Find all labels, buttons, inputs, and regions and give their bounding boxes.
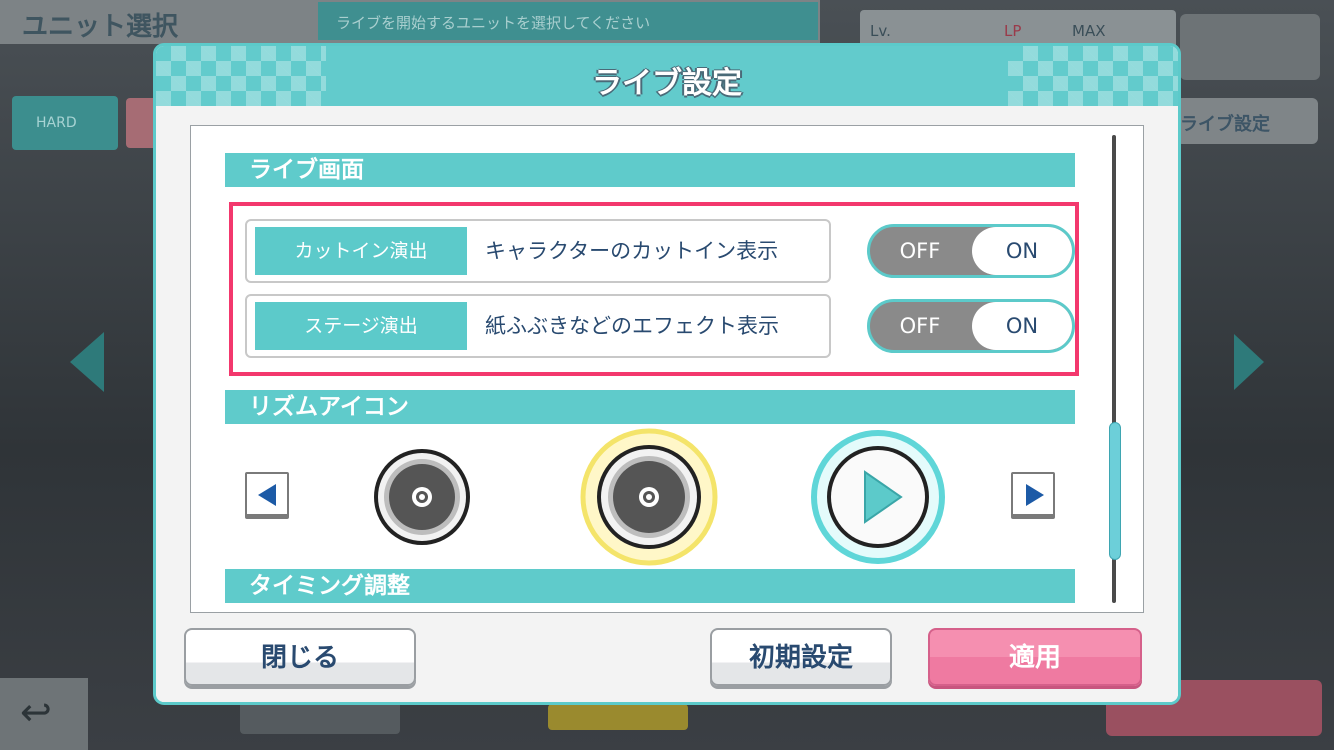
live-settings-dialog: ライブ設定 ライブ画面 カットイン演出 キャラクターのカットイン表示 OFF O… bbox=[156, 46, 1178, 702]
dialog-body: ライブ画面 カットイン演出 キャラクターのカットイン表示 OFF ON ステージ… bbox=[156, 106, 1178, 702]
setting-desc-cutin: キャラクターのカットイン表示 bbox=[485, 239, 779, 263]
setting-desc-stage: 紙ふぶきなどのエフェクト表示 bbox=[485, 314, 779, 338]
rhythm-icon-option-2[interactable] bbox=[580, 428, 718, 566]
reset-defaults-button[interactable]: 初期設定 bbox=[710, 628, 892, 686]
rhythm-next-button[interactable] bbox=[1011, 472, 1055, 516]
close-button[interactable]: 閉じる bbox=[184, 628, 416, 686]
arrow-left-icon bbox=[258, 484, 276, 506]
section-header-timing: タイミング調整 bbox=[225, 569, 1075, 603]
rhythm-icon-option-3[interactable] bbox=[809, 428, 947, 566]
bg-bottom-panel bbox=[240, 700, 400, 734]
toggle-stage[interactable]: OFF ON bbox=[867, 299, 1075, 353]
setting-row-stage: ステージ演出 紙ふぶきなどのエフェクト表示 bbox=[245, 294, 831, 358]
setting-tag-stage: ステージ演出 bbox=[255, 302, 467, 350]
bg-lp-label: LP bbox=[1004, 22, 1022, 40]
bg-live-settings-label: ライブ設定 bbox=[1180, 114, 1270, 135]
bg-lv-label: Lv. bbox=[870, 22, 891, 40]
apply-button[interactable]: 適用 bbox=[928, 628, 1142, 686]
toggle-stage-off[interactable]: OFF bbox=[870, 302, 970, 350]
bg-screen-hint: ライブを開始するユニットを選択してください bbox=[336, 14, 651, 32]
bg-menu-panel bbox=[1180, 14, 1320, 80]
bg-max-label: MAX bbox=[1072, 22, 1106, 40]
rhythm-prev-button[interactable] bbox=[245, 472, 289, 516]
dialog-header: ライブ設定 bbox=[156, 46, 1178, 106]
bg-target-icon bbox=[126, 98, 160, 148]
toggle-cutin-off[interactable]: OFF bbox=[870, 227, 970, 275]
setting-row-cutin: カットイン演出 キャラクターのカットイン表示 bbox=[245, 219, 831, 283]
toggle-stage-on[interactable]: ON bbox=[972, 302, 1072, 350]
bg-difficulty-label: HARD bbox=[36, 115, 77, 131]
bg-right-arrow-icon bbox=[1234, 334, 1264, 390]
arrow-right-icon bbox=[1026, 484, 1044, 506]
toggle-cutin-on[interactable]: ON bbox=[972, 227, 1072, 275]
scrollbar-thumb[interactable] bbox=[1109, 422, 1121, 560]
rhythm-icon-option-1[interactable] bbox=[371, 446, 473, 548]
section-header-rhythm-icon: リズムアイコン bbox=[225, 390, 1075, 424]
setting-tag-cutin: カットイン演出 bbox=[255, 227, 467, 275]
settings-scroll-panel[interactable]: ライブ画面 カットイン演出 キャラクターのカットイン表示 OFF ON ステージ… bbox=[190, 125, 1144, 613]
bg-back-icon: ↩ bbox=[20, 690, 52, 734]
bg-screen-title: ユニット選択 bbox=[22, 12, 179, 42]
toggle-cutin[interactable]: OFF ON bbox=[867, 224, 1075, 278]
dialog-title: ライブ設定 bbox=[592, 66, 742, 101]
bg-bottom-badge bbox=[548, 704, 688, 730]
bg-left-arrow-icon bbox=[70, 332, 104, 392]
section-header-live-screen: ライブ画面 bbox=[225, 153, 1075, 187]
